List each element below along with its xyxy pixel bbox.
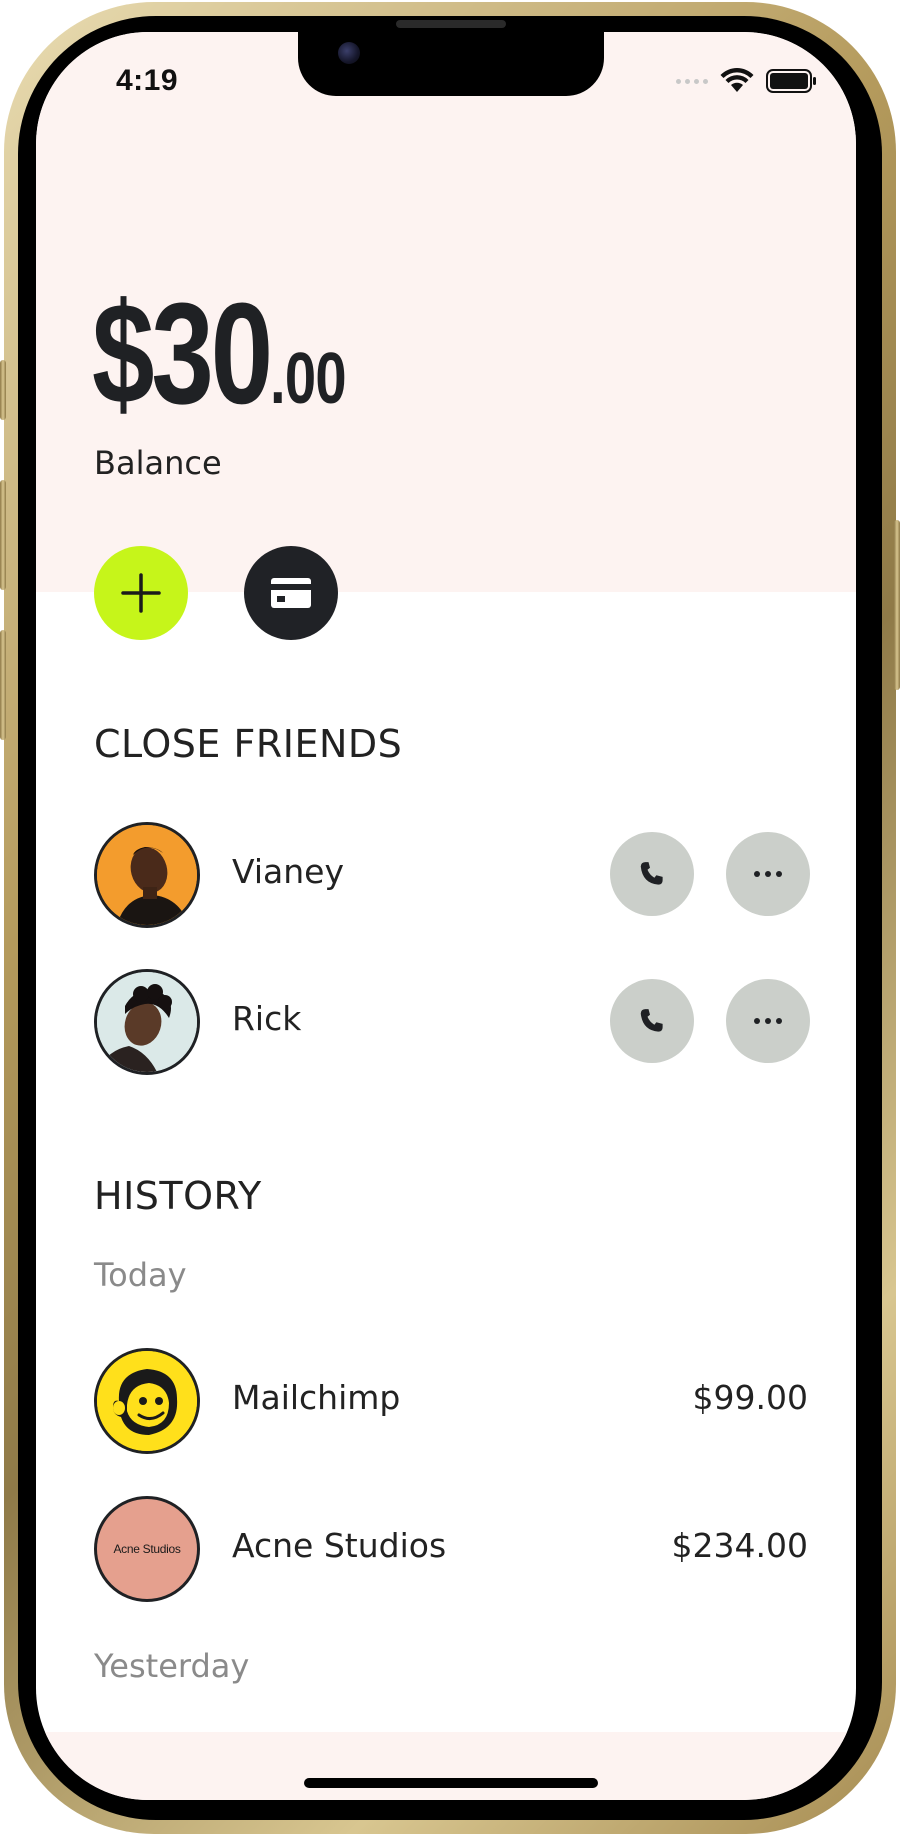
- acne-studios-logo: Acne Studios: [94, 1496, 200, 1602]
- card-icon: [271, 578, 311, 608]
- balance-dollars: $30: [92, 273, 273, 434]
- history-row-acne-studios[interactable]: Acne Studios Acne Studios $234.00: [94, 1496, 808, 1602]
- status-time: 4:19: [116, 64, 179, 97]
- friend-row-rick[interactable]: Rick: [94, 969, 810, 1075]
- battery-icon: [766, 69, 816, 93]
- bottom-bar-background: [36, 1732, 856, 1800]
- wifi-icon: [720, 68, 754, 92]
- more-options-button[interactable]: [726, 979, 810, 1063]
- avatar-rick[interactable]: [94, 969, 200, 1075]
- friend-name: Vianey: [232, 852, 344, 891]
- merchant-name: Mailchimp: [232, 1378, 401, 1417]
- transaction-amount: $99.00: [692, 1378, 808, 1417]
- more-icon: [754, 871, 782, 877]
- acne-studios-logo-text: Acne Studios: [113, 1542, 181, 1556]
- history-row-mailchimp[interactable]: Mailchimp $99.00: [94, 1348, 808, 1454]
- merchant-name: Acne Studios: [232, 1526, 447, 1565]
- side-button-volume-up: [0, 480, 6, 590]
- card-button[interactable]: [244, 546, 338, 640]
- mailchimp-logo: [94, 1348, 200, 1454]
- status-icons: [676, 68, 818, 94]
- notch: [298, 32, 604, 96]
- history-title: HISTORY: [94, 1174, 262, 1218]
- plus-icon: [121, 573, 161, 613]
- balance-amount: $30.00: [92, 282, 347, 426]
- transaction-amount: $234.00: [671, 1526, 808, 1565]
- history-group-today: Today: [94, 1256, 187, 1294]
- home-indicator[interactable]: [304, 1778, 598, 1788]
- speaker-grille: [396, 20, 506, 28]
- friend-name: Rick: [232, 999, 302, 1038]
- add-money-button[interactable]: [94, 546, 188, 640]
- phone-icon: [640, 862, 663, 885]
- app-screen: 4:19 $30.00 Balance CLOSE FRIENDS Vianey…: [36, 32, 856, 1800]
- phone-icon: [640, 1009, 663, 1032]
- side-button-power: [894, 520, 900, 690]
- side-button-volume-down: [0, 630, 6, 740]
- call-button[interactable]: [610, 979, 694, 1063]
- front-camera-icon: [338, 42, 360, 64]
- avatar-vianey[interactable]: [94, 822, 200, 928]
- signal-icon: [676, 78, 708, 84]
- side-button-mute: [0, 360, 6, 420]
- balance-label: Balance: [94, 444, 222, 482]
- balance-cents: .00: [270, 339, 347, 419]
- friend-row-vianey[interactable]: Vianey: [94, 822, 810, 928]
- history-group-yesterday: Yesterday: [94, 1647, 250, 1685]
- more-icon: [754, 1018, 782, 1024]
- more-options-button[interactable]: [726, 832, 810, 916]
- call-button[interactable]: [610, 832, 694, 916]
- close-friends-title: CLOSE FRIENDS: [94, 722, 403, 766]
